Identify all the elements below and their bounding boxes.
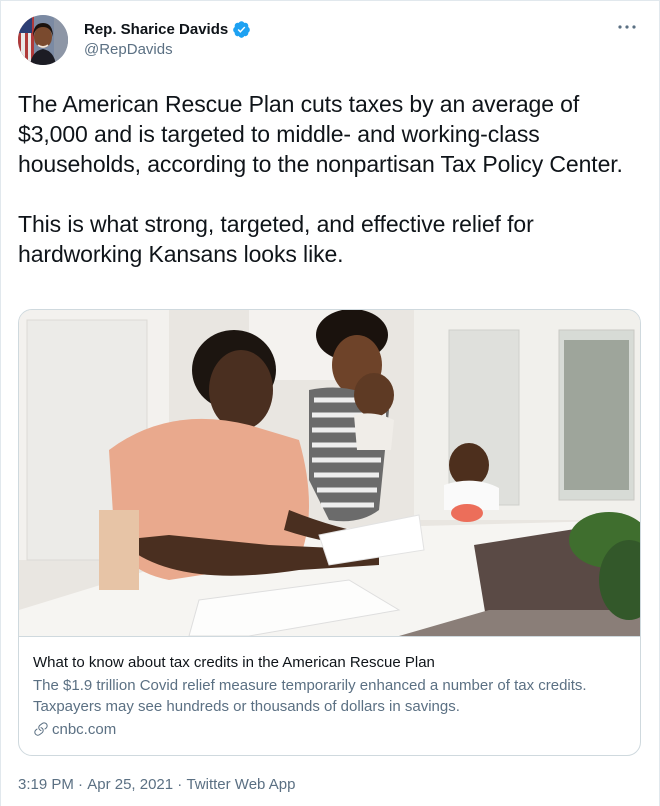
avatar[interactable] bbox=[18, 15, 68, 65]
tweet-text: The American Rescue Plan cuts taxes by a… bbox=[18, 91, 623, 267]
link-card[interactable]: What to know about tax credits in the Am… bbox=[18, 309, 641, 756]
meta-separator: · bbox=[73, 776, 88, 793]
tweet-time[interactable]: 3:19 PM bbox=[18, 776, 74, 793]
article-photo-family-doing-taxes bbox=[19, 310, 640, 636]
handle[interactable]: @RepDavids bbox=[84, 41, 251, 58]
link-icon bbox=[34, 722, 48, 736]
tweet-source[interactable]: Twitter Web App bbox=[186, 776, 295, 793]
card-divider bbox=[19, 636, 640, 637]
card-text: What to know about tax credits in the Am… bbox=[33, 653, 628, 740]
card-domain: cnbc.com bbox=[52, 720, 117, 738]
meta-separator: · bbox=[173, 776, 187, 793]
tweet-meta: 3:19 PM · Apr 25, 2021 · Twitter Web App bbox=[18, 776, 295, 793]
display-name-row: Rep. Sharice Davids bbox=[84, 18, 251, 40]
verified-badge-icon bbox=[233, 20, 251, 38]
avatar-photo bbox=[18, 15, 68, 65]
card-domain-row: cnbc.com bbox=[33, 718, 628, 740]
tweet-container: Rep. Sharice Davids @RepDavids The Ameri… bbox=[0, 0, 660, 806]
author-names: Rep. Sharice Davids @RepDavids bbox=[84, 18, 251, 58]
card-title: What to know about tax credits in the Am… bbox=[33, 654, 435, 671]
card-description: The $1.9 trillion Covid relief measure t… bbox=[33, 677, 587, 715]
more-options-icon[interactable] bbox=[615, 17, 639, 37]
tweet-date[interactable]: Apr 25, 2021 bbox=[87, 776, 173, 793]
display-name[interactable]: Rep. Sharice Davids bbox=[84, 21, 228, 38]
